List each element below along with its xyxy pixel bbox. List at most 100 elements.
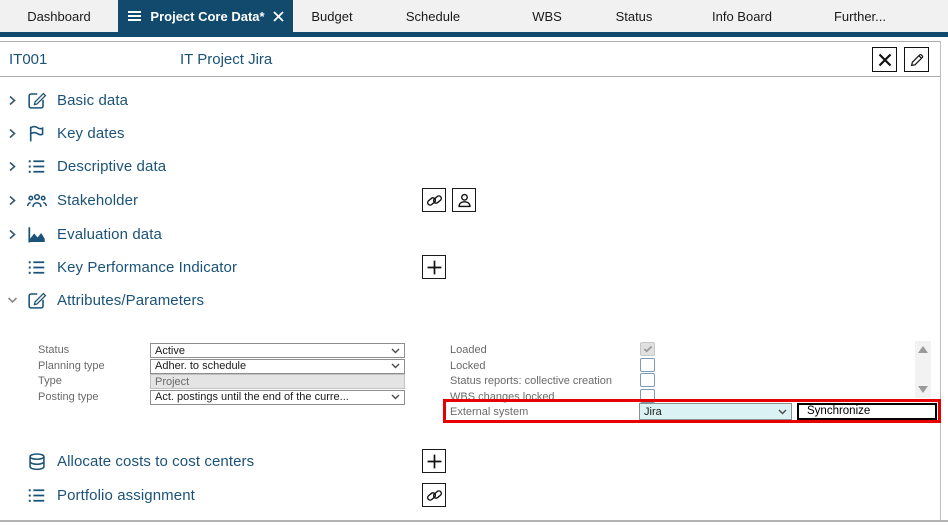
tab-further[interactable]: Further... <box>815 0 905 32</box>
loaded-checkbox <box>640 342 655 356</box>
section-stakeholder[interactable]: Stakeholder <box>0 184 941 217</box>
tab-label: Info Board <box>712 8 772 24</box>
check-icon <box>643 345 652 353</box>
chevron-down-icon <box>391 348 400 353</box>
edit-pencil-icon <box>910 53 923 66</box>
field-label-type: Type <box>38 375 62 387</box>
wbs-changes-locked-checkbox[interactable] <box>640 388 655 403</box>
section-label: Allocate costs to cost centers <box>57 453 255 470</box>
tab-bar: Dashboard Project Core Data* Budget Sche… <box>0 0 948 32</box>
tab-project-core-data[interactable]: Project Core Data* <box>118 0 293 32</box>
external-system-select[interactable]: Jira <box>639 403 792 420</box>
field-label-posting-type: Posting type <box>38 390 99 403</box>
section-basic-data[interactable]: Basic data <box>0 84 941 117</box>
tab-label: Further... <box>833 8 887 24</box>
active-tab-underline <box>0 32 948 37</box>
scroll-down-icon[interactable] <box>918 386 928 393</box>
scroll-up-icon[interactable] <box>918 346 928 353</box>
chevron-down-icon <box>391 363 400 369</box>
chevron-down-icon <box>391 394 400 400</box>
people-icon <box>25 189 48 212</box>
type-field-readonly: Project <box>150 374 405 389</box>
link-button[interactable] <box>422 483 446 507</box>
tab-label: Status <box>615 8 653 24</box>
type-field-value: Project <box>155 375 190 388</box>
hamburger-icon[interactable] <box>127 10 142 22</box>
section-label: Attributes/Parameters <box>57 292 205 309</box>
section-key-performance-indicator[interactable]: Key Performance Indicator <box>0 251 941 284</box>
person-icon <box>457 193 471 207</box>
project-core-data-page: Dashboard Project Core Data* Budget Sche… <box>0 0 948 525</box>
section-label: Evaluation data <box>57 226 162 243</box>
coins-icon <box>25 450 48 473</box>
external-system-label: External system <box>450 406 529 418</box>
add-button[interactable] <box>422 449 446 473</box>
posting-type-select[interactable]: Act. postings until the end of the curre… <box>150 389 405 405</box>
checkbox-label-wbs-locked: WBS changes locked <box>450 390 555 403</box>
edit-square-icon <box>25 289 48 312</box>
form-scrollbar[interactable] <box>915 341 931 398</box>
list-icon <box>25 484 48 507</box>
planning-type-select[interactable]: Adher. to schedule <box>150 358 405 374</box>
area-chart-icon <box>25 223 48 246</box>
project-id: IT001 <box>9 51 48 68</box>
tab-dashboard[interactable]: Dashboard <box>0 0 118 32</box>
planning-type-select-value: Adher. to schedule <box>155 360 247 372</box>
tab-label: Schedule <box>405 8 461 24</box>
person-button[interactable] <box>452 188 476 212</box>
status-select-value: Active <box>155 344 185 357</box>
synchronize-button[interactable]: Synchronize <box>797 403 937 420</box>
tab-label: Dashboard <box>27 8 91 24</box>
chevron-right-icon[interactable] <box>4 227 20 243</box>
link-button[interactable] <box>422 188 446 212</box>
edit-square-icon <box>25 89 48 112</box>
section-label: Descriptive data <box>57 158 167 175</box>
tab-label: Budget <box>311 8 353 24</box>
checkbox-label-status-reports: Status reports: collective creation <box>450 375 613 387</box>
section-descriptive-data[interactable]: Descriptive data <box>0 150 941 183</box>
list-icon <box>25 155 48 178</box>
tab-wbs[interactable]: WBS <box>495 0 599 32</box>
section-key-dates[interactable]: Key dates <box>0 117 941 150</box>
edit-button[interactable] <box>904 47 929 72</box>
chevron-right-icon[interactable] <box>4 93 20 109</box>
tab-status[interactable]: Status <box>599 0 669 32</box>
section-label: Portfolio assignment <box>57 487 195 504</box>
tab-label: WBS <box>532 8 562 24</box>
tab-budget[interactable]: Budget <box>293 0 371 32</box>
plus-icon <box>427 454 441 468</box>
status-reports-checkbox[interactable] <box>640 373 655 387</box>
checkbox-label-locked: Locked <box>450 359 486 372</box>
section-portfolio-assignment[interactable]: Portfolio assignment <box>0 479 941 512</box>
section-evaluation-data[interactable]: Evaluation data <box>0 218 941 251</box>
panel-bottom-border <box>0 520 948 522</box>
field-label-planning-type: Planning type <box>38 359 105 372</box>
close-icon <box>878 53 891 66</box>
close-button[interactable] <box>872 47 897 72</box>
chevron-right-icon[interactable] <box>4 193 20 209</box>
checkbox-label-loaded: Loaded <box>450 344 487 356</box>
locked-checkbox[interactable] <box>640 357 655 372</box>
link-icon <box>426 489 442 501</box>
tab-info-board[interactable]: Info Board <box>669 0 815 32</box>
add-button[interactable] <box>422 255 446 279</box>
chevron-down-icon[interactable] <box>4 293 20 309</box>
chevron-right-icon[interactable] <box>4 126 20 142</box>
tab-label: Project Core Data* <box>150 8 265 24</box>
chevron-down-icon <box>778 409 787 414</box>
plus-icon <box>427 260 441 274</box>
chevron-right-icon[interactable] <box>4 159 20 175</box>
section-label: Key Performance Indicator <box>57 259 238 276</box>
link-icon <box>426 194 442 206</box>
object-header: IT001 IT Project Jira <box>0 41 941 77</box>
posting-type-select-value: Act. postings until the end of the curre… <box>155 391 349 403</box>
list-icon <box>25 256 48 279</box>
status-select[interactable]: Active <box>150 343 405 358</box>
close-icon[interactable] <box>273 10 284 22</box>
section-allocate-costs[interactable]: Allocate costs to cost centers <box>0 445 941 478</box>
tab-schedule[interactable]: Schedule <box>371 0 495 32</box>
section-label: Basic data <box>57 92 129 109</box>
flag-icon <box>25 122 48 145</box>
section-attributes-parameters[interactable]: Attributes/Parameters <box>0 284 941 317</box>
section-label: Stakeholder <box>57 192 139 209</box>
